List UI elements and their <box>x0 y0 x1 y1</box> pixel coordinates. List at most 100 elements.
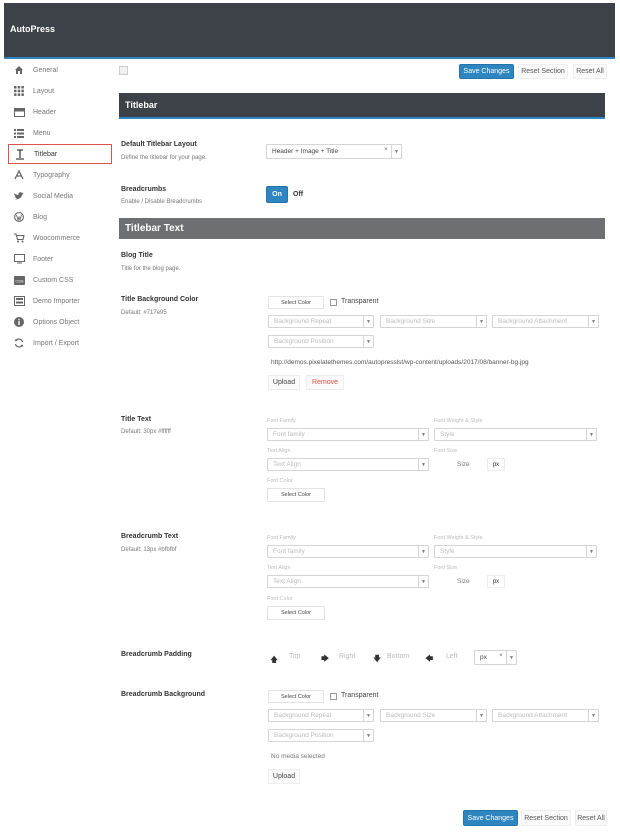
select-color-button[interactable]: Select Color <box>267 488 325 502</box>
sidebar-item-label: Options Object <box>33 318 80 326</box>
font-weight-select[interactable]: Style ▼ <box>434 545 597 558</box>
breadcrumbs-off-toggle[interactable]: Off <box>293 191 303 198</box>
layout-desc: Define the titlebar for your page. <box>121 155 207 161</box>
font-family-label: Font Family <box>267 535 296 541</box>
remove-button[interactable]: Remove <box>306 375 344 390</box>
font-size-label: Font Size <box>434 565 458 571</box>
font-weight-label: Font Weight & Style <box>434 535 483 541</box>
breadcrumb-text-label: Breadcrumb Text <box>121 533 179 540</box>
bg-position-select[interactable]: Background Position ▼ <box>268 729 374 742</box>
sidebar-item-header[interactable]: Header <box>8 102 112 122</box>
sidebar-item-general[interactable]: General <box>8 60 112 80</box>
text-align-placeholder: Text Align <box>273 578 301 585</box>
sidebar-item-label: Custom CSS <box>33 276 74 284</box>
bg-size-select[interactable]: Background Size ▼ <box>380 315 487 328</box>
app-title: AutoPress <box>10 24 56 34</box>
select-color-button[interactable]: Select Color <box>267 606 325 620</box>
transparent-checkbox[interactable] <box>330 299 337 306</box>
bg-position-select[interactable]: Background Position ▼ <box>268 335 374 348</box>
chevron-down-icon: ▼ <box>506 651 516 664</box>
font-family-placeholder: Font family <box>273 548 305 555</box>
monitor-icon <box>13 253 25 265</box>
sidebar: General Layout Header Menu Titlebar Typo… <box>4 60 112 360</box>
bg-repeat-select[interactable]: Background Repeat ▼ <box>268 709 374 722</box>
breadcrumbs-desc: Enable / Disable Breadcrumbs <box>121 199 203 205</box>
bg-position-placeholder: Background Position <box>274 732 334 739</box>
bg-attachment-select[interactable]: Background Attachment ▼ <box>492 709 599 722</box>
cart-icon <box>13 232 25 244</box>
layout-select[interactable]: Header + Image + Title × ▼ <box>266 144 402 159</box>
css-icon: CSS <box>13 274 25 286</box>
font-weight-select[interactable]: Style ▼ <box>434 428 597 441</box>
font-family-select[interactable]: Font family ▼ <box>267 545 429 558</box>
bg-repeat-select[interactable]: Background Repeat ▼ <box>268 315 374 328</box>
bg-attachment-placeholder: Background Attachment <box>498 318 568 325</box>
sidebar-item-custom-css[interactable]: CSS Custom CSS <box>8 270 112 290</box>
refresh-icon <box>13 337 25 349</box>
font-size-input[interactable]: Size <box>457 578 470 585</box>
select-color-button[interactable]: Select Color <box>268 690 324 703</box>
chevron-down-icon: ▼ <box>586 546 596 557</box>
sidebar-item-blog[interactable]: Blog <box>8 207 112 227</box>
font-size-input[interactable]: Size <box>457 461 470 468</box>
clear-icon[interactable]: × <box>499 652 503 659</box>
save-changes-button-bottom[interactable]: Save Changes <box>463 810 518 826</box>
chevron-down-icon: ▼ <box>476 710 486 721</box>
sidebar-item-menu[interactable]: Menu <box>8 123 112 143</box>
padding-bottom-input[interactable]: Bottom <box>387 653 409 660</box>
bg-attachment-select[interactable]: Background Attachment ▼ <box>492 315 599 328</box>
chevron-down-icon: ▼ <box>391 145 401 158</box>
text-align-placeholder: Text Align <box>273 461 301 468</box>
reset-all-button-bottom[interactable]: Reset All <box>575 810 607 826</box>
text-align-label: Text Align <box>267 565 291 571</box>
sidebar-item-label: Menu <box>33 129 51 137</box>
upload-button[interactable]: Upload <box>268 375 300 390</box>
clear-icon[interactable]: × <box>384 146 388 153</box>
sidebar-item-options-object[interactable]: Options Object <box>8 312 112 332</box>
sidebar-item-demo-importer[interactable]: Demo Importer <box>8 291 112 311</box>
reset-section-button-bottom[interactable]: Reset Section <box>521 810 571 826</box>
sidebar-item-import-export[interactable]: Import / Export <box>8 333 112 353</box>
sidebar-item-typography[interactable]: Typography <box>8 165 112 185</box>
font-family-select[interactable]: Font family ▼ <box>267 428 429 441</box>
section-titlebar-text-heading: Titlebar Text <box>119 218 605 239</box>
chevron-down-icon: ▼ <box>418 429 428 440</box>
reset-all-button[interactable]: Reset All <box>573 64 607 79</box>
text-align-select[interactable]: Text Align ▼ <box>267 458 429 471</box>
wordpress-icon <box>13 211 25 223</box>
unit-label: px <box>487 575 505 588</box>
arrow-right-icon: 🡆 <box>321 654 330 663</box>
padding-top-input[interactable]: Top <box>289 653 300 660</box>
transparent-checkbox[interactable] <box>330 693 337 700</box>
sidebar-item-social-media[interactable]: Social Media <box>8 186 112 206</box>
sidebar-item-titlebar[interactable]: Titlebar <box>8 144 112 164</box>
expand-icon[interactable] <box>119 66 128 75</box>
font-color-label: Font Color <box>267 596 293 602</box>
sidebar-item-label: Titlebar <box>34 150 58 158</box>
sidebar-item-footer[interactable]: Footer <box>8 249 112 269</box>
select-color-button[interactable]: Select Color <box>268 296 324 309</box>
padding-unit-select[interactable]: px × ▼ <box>474 650 517 665</box>
sidebar-item-label: Header <box>33 108 56 116</box>
sidebar-item-woocommerce[interactable]: Woocommerce <box>8 228 112 248</box>
bg-size-select[interactable]: Background Size ▼ <box>380 709 487 722</box>
bg-size-placeholder: Background Size <box>386 712 436 719</box>
save-changes-button[interactable]: Save Changes <box>459 64 514 79</box>
chevron-down-icon: ▼ <box>363 316 373 327</box>
padding-left-input[interactable]: Left <box>446 653 458 660</box>
sidebar-item-label: General <box>33 66 58 74</box>
padding-right-input[interactable]: Right <box>339 653 355 660</box>
bg-repeat-placeholder: Background Repeat <box>274 712 332 719</box>
text-cursor-icon <box>14 148 26 160</box>
sidebar-item-layout[interactable]: Layout <box>8 81 112 101</box>
chevron-down-icon: ▼ <box>586 429 596 440</box>
text-align-select[interactable]: Text Align ▼ <box>267 575 429 588</box>
section-titlebar-heading: Titlebar <box>119 93 605 119</box>
reset-section-button[interactable]: Reset Section <box>518 64 568 79</box>
upload-button[interactable]: Upload <box>268 769 300 784</box>
breadcrumbs-on-toggle[interactable]: On <box>266 186 288 203</box>
font-weight-placeholder: Style <box>440 431 455 438</box>
title-bg-color-desc: Default: #717e95 <box>121 310 167 316</box>
font-color-label: Font Color <box>267 478 293 484</box>
grid-icon <box>13 85 25 97</box>
